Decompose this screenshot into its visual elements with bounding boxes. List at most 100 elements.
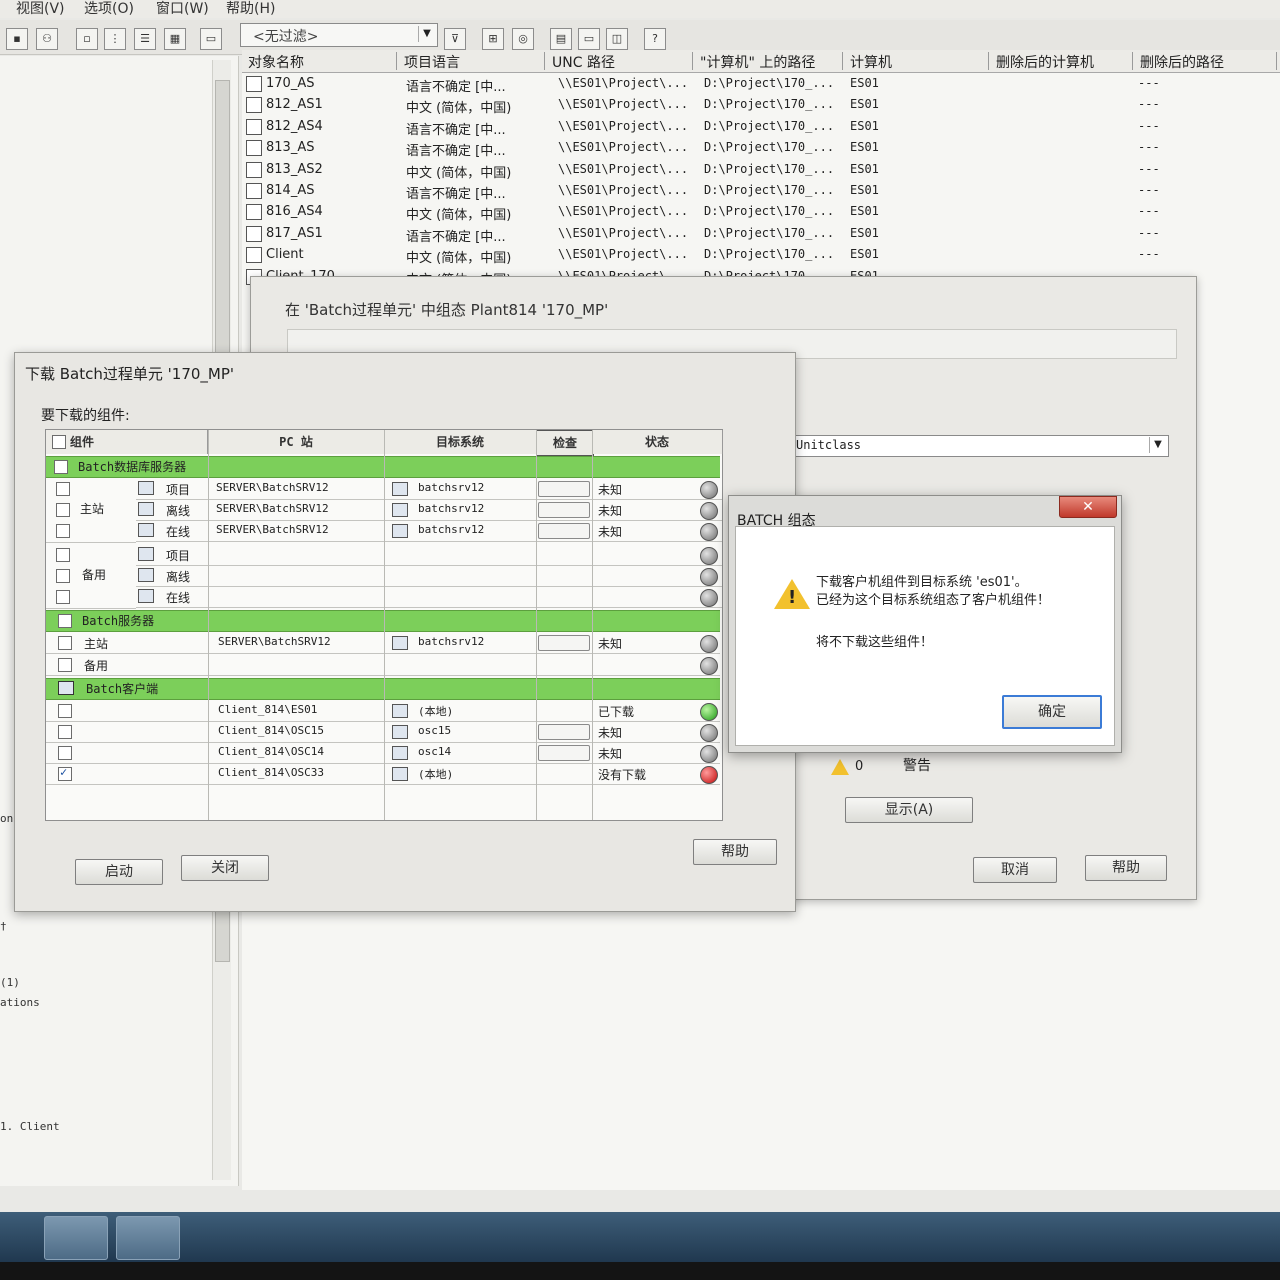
- menu-window[interactable]: 窗口(W): [156, 0, 209, 18]
- cell-computer: ES01: [850, 161, 879, 176]
- grid-line: [536, 430, 537, 820]
- tile-vertical-icon[interactable]: ◫: [606, 28, 628, 50]
- db-group-checkbox[interactable]: [54, 460, 68, 474]
- simulate-icon[interactable]: ◎: [512, 28, 534, 50]
- network-config-icon[interactable]: ⊞: [482, 28, 504, 50]
- table-row[interactable]: 813_AS 语言不确定 [中... \\ES01\Project\... D:\Pr…: [242, 138, 1280, 159]
- ok-button[interactable]: 确定: [1002, 695, 1102, 729]
- start-button[interactable]: 启动: [75, 859, 163, 885]
- cascade-icon[interactable]: ▤: [550, 28, 572, 50]
- role-standby-label: 备用: [82, 568, 107, 582]
- details-icon[interactable]: ☰: [134, 28, 156, 50]
- list-icon[interactable]: ⋮: [104, 28, 126, 50]
- client-row[interactable]: Client_814\ES01 (本地) 已下载: [46, 700, 720, 722]
- client-checkbox[interactable]: [58, 746, 72, 760]
- taskbar-app-paint-icon[interactable]: [44, 1216, 108, 1260]
- network-view-icon[interactable]: ⚇: [36, 28, 58, 50]
- status-lamp-icon: [700, 547, 718, 565]
- select-all-checkbox[interactable]: [52, 435, 66, 449]
- folder-icon[interactable]: ▭: [200, 28, 222, 50]
- tile-horizontal-icon[interactable]: ▭: [578, 28, 600, 50]
- col-object-name[interactable]: 对象名称: [242, 52, 397, 70]
- db-sub-checkbox[interactable]: [56, 482, 70, 496]
- taskbar-app-network-icon[interactable]: [116, 1216, 180, 1260]
- table-row[interactable]: 170_AS 语言不确定 [中... \\ES01\Project\... D:\Pr…: [242, 74, 1280, 95]
- server-icon: [392, 636, 408, 650]
- db-sub-row[interactable]: 项目 SERVER\BatchSRV12 batchsrv12 未知: [56, 478, 722, 500]
- db-sub-checkbox[interactable]: [56, 569, 70, 583]
- unitclass-select[interactable]: Unitclass ▼: [791, 435, 1169, 457]
- db-sub-checkbox[interactable]: [56, 503, 70, 517]
- col-computer-path[interactable]: "计算机" 上的路径: [694, 52, 843, 70]
- db-sub-row[interactable]: 项目: [56, 544, 722, 566]
- help-button[interactable]: 帮助: [1085, 855, 1167, 881]
- server-group-checkbox[interactable]: [58, 614, 72, 628]
- table-row[interactable]: 814_AS 语言不确定 [中... \\ES01\Project\... D:\Pr…: [242, 181, 1280, 202]
- status-lamp-icon: [700, 568, 718, 586]
- db-sub-row[interactable]: 离线: [56, 565, 722, 587]
- db-check-button[interactable]: [538, 502, 590, 518]
- help-button[interactable]: 帮助: [693, 839, 777, 865]
- menu-help[interactable]: 帮助(H): [226, 0, 275, 18]
- db-sub-row[interactable]: 在线 SERVER\BatchSRV12 batchsrv12 未知: [56, 520, 722, 542]
- client-row[interactable]: Client_814\OSC14 osc14 未知: [46, 742, 720, 764]
- chevron-down-icon[interactable]: ▼: [418, 26, 435, 42]
- tree-item[interactable]: 1. Client: [0, 1120, 60, 1133]
- db-pc: SERVER\BatchSRV12: [216, 502, 329, 515]
- col-language[interactable]: 项目语言: [398, 52, 545, 70]
- col-del-path[interactable]: 删除后的路径: [1134, 52, 1277, 70]
- table-row[interactable]: 812_AS1 中文 (简体，中国) \\ES01\Project\... D:\Pr…: [242, 95, 1280, 116]
- server-master-row[interactable]: 主站 SERVER\BatchSRV12 batchsrv12 未知: [46, 632, 720, 654]
- project-icon: [246, 183, 262, 199]
- show-button[interactable]: 显示(A): [845, 797, 973, 823]
- db-sub-checkbox[interactable]: [56, 590, 70, 604]
- grid-icon[interactable]: ▦: [164, 28, 186, 50]
- chevron-down-icon[interactable]: ▼: [1149, 437, 1166, 453]
- col-computer[interactable]: 计算机: [844, 52, 989, 70]
- close-button[interactable]: 关闭: [181, 855, 269, 881]
- menu-view[interactable]: 视图(V): [16, 0, 65, 18]
- client-check-button[interactable]: [538, 724, 590, 740]
- tree-item[interactable]: (1): [0, 976, 20, 989]
- db-sub-row[interactable]: 在线: [56, 586, 722, 608]
- list-small-icon[interactable]: ▫: [76, 28, 98, 50]
- db-sub-checkbox[interactable]: [56, 524, 70, 538]
- db-sub-row[interactable]: 离线 SERVER\BatchSRV12 batchsrv12 未知: [56, 499, 722, 521]
- close-icon[interactable]: ✕: [1059, 496, 1117, 518]
- context-help-icon[interactable]: ?: [644, 28, 666, 50]
- client-row[interactable]: Client_814\OSC15 osc15 未知: [46, 721, 720, 743]
- network-icon[interactable]: ▪: [6, 28, 28, 50]
- server-status: 未知: [598, 637, 623, 651]
- tree-item[interactable]: †: [0, 920, 7, 933]
- batch-message-dialog: BATCH 组态 ✕ 下载客户机组件到目标系统 'es01'。 已经为这个目标系…: [728, 495, 1122, 753]
- db-sub-checkbox[interactable]: [56, 548, 70, 562]
- table-row[interactable]: 817_AS1 语言不确定 [中... \\ES01\Project\... D:\P…: [242, 224, 1280, 245]
- client-checkbox[interactable]: [58, 704, 72, 718]
- cancel-button[interactable]: 取消: [973, 857, 1057, 883]
- table-row[interactable]: 816_AS4 中文 (简体，中国) \\ES01\Project\... D:\Pr…: [242, 202, 1280, 223]
- table-row[interactable]: 813_AS2 中文 (简体，中国) \\ES01\Project\... D:\Pr…: [242, 160, 1280, 181]
- check-button[interactable]: 检查: [536, 430, 594, 456]
- table-row[interactable]: Client 中文 (简体，中国) \\ES01\Project\... D:\Pro…: [242, 245, 1280, 266]
- table-row[interactable]: 812_AS4 语言不确定 [中... \\ES01\Project\... D:\P…: [242, 117, 1280, 138]
- config-dialog-title: 在 'Batch过程单元' 中组态 Plant814 '170_MP': [285, 301, 609, 319]
- tree-item[interactable]: ations: [0, 996, 40, 1009]
- db-check-button[interactable]: [538, 481, 590, 497]
- filter-select[interactable]: <无过滤> ▼: [240, 23, 438, 47]
- server-standby-checkbox[interactable]: [58, 658, 72, 672]
- warning-icon: [774, 579, 810, 609]
- filter-icon[interactable]: ⊽: [444, 28, 466, 50]
- server-standby-row[interactable]: 备用: [46, 654, 720, 676]
- server-check-button[interactable]: [538, 635, 590, 651]
- server-master-checkbox[interactable]: [58, 636, 72, 650]
- client-checkbox[interactable]: [58, 725, 72, 739]
- col-del-computer[interactable]: 删除后的计算机: [990, 52, 1133, 70]
- col-unc-path[interactable]: UNC 路径: [546, 52, 693, 70]
- client-row[interactable]: Client_814\OSC33 (本地) 没有下载: [46, 763, 720, 785]
- menu-options[interactable]: 选项(O): [84, 0, 134, 18]
- db-check-button[interactable]: [538, 523, 590, 539]
- client-checkbox[interactable]: [58, 765, 72, 781]
- cell-name: 812_AS1: [266, 97, 323, 113]
- client-check-button[interactable]: [538, 745, 590, 761]
- sub-label: 离线: [166, 504, 191, 518]
